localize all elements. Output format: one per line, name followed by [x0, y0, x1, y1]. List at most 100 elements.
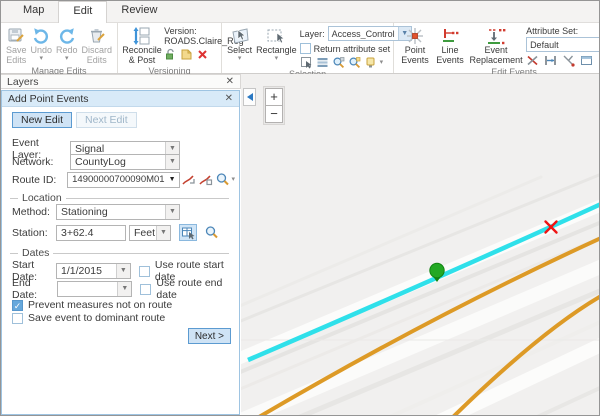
station-pick-from-map-button[interactable] — [179, 224, 197, 241]
network-combo[interactable]: CountyLog ▼ — [70, 154, 180, 170]
next-button[interactable]: Next > — [188, 328, 231, 344]
add-point-events-close-icon[interactable]: ✕ — [225, 93, 233, 104]
use-route-end-date-checkbox[interactable] — [140, 284, 151, 295]
split-event-icon[interactable] — [526, 54, 539, 67]
add-point-events-pane: Add Point Events ✕ New Edit Next Edit Ev… — [1, 90, 240, 415]
prevent-measures-label: Prevent measures not on route — [28, 299, 172, 311]
attribute-set-combo[interactable]: Default ▼ — [526, 37, 600, 52]
route-zoom-caret[interactable]: ▾ — [231, 177, 235, 182]
save-dominant-route-checkbox[interactable] — [12, 313, 23, 324]
use-route-start-date-checkbox[interactable] — [139, 266, 150, 277]
zoom-to-selection-icon[interactable] — [332, 56, 345, 69]
zoom-in-button[interactable]: + — [265, 88, 283, 106]
redo-icon — [57, 26, 77, 46]
undo-dropdown-caret[interactable]: ▾ — [40, 56, 44, 61]
version-caption: Version: — [164, 26, 218, 36]
undo-button[interactable]: Undo ▾ — [29, 24, 55, 61]
start-date-combo-arrow-icon[interactable]: ▼ — [116, 264, 130, 278]
line-events-button[interactable]: Line Events — [433, 24, 467, 66]
route-zoom-icon[interactable] — [214, 171, 231, 188]
redo-dropdown-caret[interactable]: ▾ — [65, 56, 69, 61]
method-combo-arrow-icon[interactable]: ▼ — [165, 205, 179, 219]
rectangle-select-icon — [265, 26, 287, 46]
new-edit-button[interactable]: New Edit — [12, 112, 72, 128]
attribute-set-label: Attribute Set: — [526, 26, 600, 36]
event-window-icon[interactable] — [580, 54, 593, 67]
network-combo-arrow-icon[interactable]: ▼ — [165, 155, 179, 169]
tab-map[interactable]: Map — [9, 1, 58, 23]
network-label: Network: — [12, 156, 70, 168]
measure-offset-icon[interactable] — [544, 54, 557, 67]
station-unit-arrow-icon[interactable]: ▼ — [156, 226, 170, 240]
location-section-separator: Location — [10, 192, 229, 204]
app-window: Map Edit Review Save Edits Undo ▾ — [0, 0, 600, 416]
group-manage-edits: Save Edits Undo ▾ Redo ▾ — [1, 23, 118, 73]
save-dominant-route-label: Save event to dominant route — [28, 312, 165, 324]
layers-pane-title: Layers — [7, 76, 226, 88]
method-label: Method: — [12, 206, 56, 218]
use-route-end-date-label: Use route end date — [156, 277, 233, 301]
route-id-combo[interactable]: 14900000700090M01 ▼ — [67, 172, 180, 188]
zoom-out-button[interactable]: − — [265, 105, 283, 123]
group-edit-events: Point Events Line Events Event Replaceme… — [394, 23, 600, 73]
save-edits-icon — [6, 26, 26, 46]
layers-close-icon[interactable]: ✕ — [226, 76, 234, 87]
location-section-label: Location — [22, 192, 62, 204]
selection-tools-caret[interactable]: ▾ — [380, 60, 384, 65]
route-locate-icon[interactable] — [197, 171, 214, 188]
event-replacement-button[interactable]: Event Replacement — [467, 24, 525, 66]
collapse-panel-icon — [247, 93, 253, 101]
attributes-list-icon[interactable] — [316, 56, 329, 69]
discard-edits-button[interactable]: Discard Edits — [80, 24, 115, 66]
select-button[interactable]: Select ▾ — [225, 24, 254, 61]
route-id-label: Route ID: — [12, 174, 67, 186]
save-edits-button[interactable]: Save Edits — [4, 24, 29, 66]
rectangle-dropdown-caret[interactable]: ▾ — [275, 56, 279, 61]
end-date-combo-arrow-icon[interactable]: ▼ — [117, 282, 131, 296]
layer-label: Layer: — [300, 29, 325, 39]
add-point-events-title: Add Point Events — [8, 93, 225, 105]
tab-review[interactable]: Review — [107, 1, 171, 23]
method-combo[interactable]: Stationing ▼ — [56, 204, 180, 220]
end-date-label: End Date: — [12, 277, 57, 301]
left-dock: Layers ✕ Add Point Events ✕ New Edit Nex… — [1, 74, 241, 415]
map-canvas — [241, 74, 599, 415]
reconcile-post-button[interactable]: Reconcile & Post — [121, 24, 163, 66]
tab-edit[interactable]: Edit — [58, 1, 107, 23]
station-unit-combo[interactable]: Feet ▼ — [129, 225, 171, 241]
collapse-panel-button[interactable] — [243, 88, 256, 106]
rectangle-select-button[interactable]: Rectangle ▾ — [254, 24, 299, 61]
redo-button[interactable]: Redo ▾ — [54, 24, 80, 61]
station-zoom-icon[interactable] — [203, 224, 221, 241]
select-by-rectangle-icon[interactable] — [300, 56, 313, 69]
reconcile-post-icon — [131, 26, 153, 46]
select-icon — [229, 26, 251, 46]
ribbon-tab-row: Map Edit Review — [1, 1, 599, 23]
delete-version-icon[interactable] — [196, 48, 209, 61]
snap-events-icon[interactable] — [562, 54, 575, 67]
group-versioning: Reconcile & Post Version: ROADS.Claire_R… — [118, 23, 222, 73]
select-dropdown-caret[interactable]: ▾ — [238, 56, 242, 61]
end-date-combo[interactable]: ▼ — [57, 281, 133, 297]
station-input[interactable]: 3+62.4 — [56, 225, 126, 241]
map-view[interactable]: + − — [241, 74, 599, 415]
return-attribute-set-checkbox[interactable] — [300, 43, 311, 54]
prevent-measures-checkbox[interactable]: ✓ — [12, 300, 23, 311]
dates-section-label: Dates — [22, 247, 49, 259]
pan-to-selection-icon[interactable] — [348, 56, 361, 69]
add-point-events-header[interactable]: Add Point Events ✕ — [2, 91, 239, 107]
line-events-icon — [440, 26, 460, 46]
clear-selection-icon[interactable] — [364, 56, 377, 69]
return-attribute-set-label: Return attribute set — [314, 44, 391, 54]
event-replacement-icon — [485, 26, 507, 46]
unlock-version-icon[interactable] — [164, 48, 177, 61]
layers-pane-header[interactable]: Layers ✕ — [1, 74, 241, 89]
new-version-icon[interactable] — [180, 48, 193, 61]
route-from-select-icon[interactable] — [180, 171, 197, 188]
discard-edits-icon — [87, 26, 107, 46]
point-events-button[interactable]: Point Events — [397, 24, 433, 66]
group-selection: Select ▾ Rectangle ▾ Layer: Access_Contr… — [222, 23, 394, 73]
version-value: ROADS.Claire_Reg — [164, 36, 218, 46]
route-id-combo-arrow-icon[interactable]: ▼ — [165, 173, 179, 187]
next-edit-button[interactable]: Next Edit — [76, 112, 137, 128]
